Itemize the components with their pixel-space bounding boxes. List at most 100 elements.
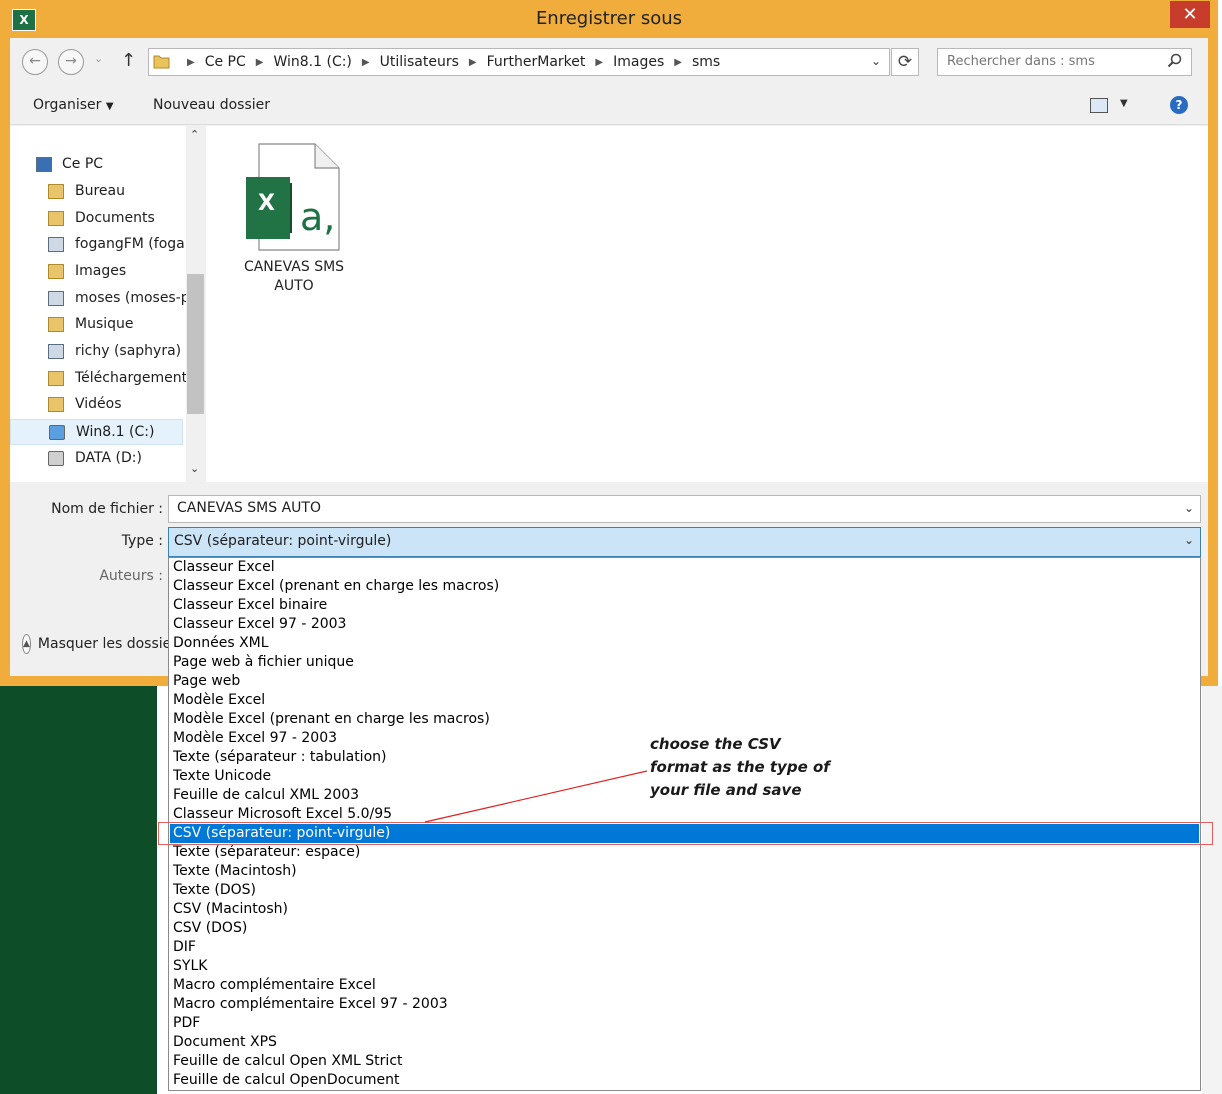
type-option[interactable]: DIF xyxy=(173,938,196,957)
nav-item-label: Musique xyxy=(75,316,134,332)
breadcrumb-sms[interactable]: sms xyxy=(692,54,720,70)
nav-item-documents[interactable]: Documents xyxy=(10,206,186,232)
hide-folders-button[interactable]: ▲ Masquer les dossiers xyxy=(22,634,168,654)
breadcrumb: ▶ Ce PC ▶ Win8.1 (C:) ▶ Utilisateurs ▶ F… xyxy=(177,49,720,75)
drive-icon xyxy=(49,425,65,440)
view-dropdown-caret-icon[interactable]: ▼ xyxy=(1120,98,1128,109)
hide-folders-label: Masquer les dossiers xyxy=(37,636,168,652)
up-button[interactable]: ↑ xyxy=(121,50,136,71)
caret-down-icon: ▼ xyxy=(105,101,114,112)
type-option[interactable]: Texte (Macintosh) xyxy=(173,862,297,881)
nav-item-telechargements[interactable]: Téléchargement xyxy=(10,366,186,392)
nav-item-bureau[interactable]: Bureau xyxy=(10,179,186,205)
nav-item-data-d[interactable]: DATA (D:) xyxy=(10,446,186,472)
type-option[interactable]: Modèle Excel 97 - 2003 xyxy=(173,729,337,748)
type-option[interactable]: Macro complémentaire Excel 97 - 2003 xyxy=(173,995,448,1014)
nav-scroll-thumb[interactable] xyxy=(187,274,204,414)
computer-icon xyxy=(36,157,52,172)
forward-button[interactable]: → xyxy=(58,49,84,75)
type-option[interactable]: Texte (DOS) xyxy=(173,881,256,900)
type-option[interactable]: Page web à fichier unique xyxy=(173,653,354,672)
collapse-up-icon: ▲ xyxy=(22,634,31,654)
file-name-label[interactable]: CANEVAS SMS AUTO xyxy=(228,258,360,296)
type-option[interactable]: Données XML xyxy=(173,634,269,653)
nav-item-label: moses (moses-p xyxy=(75,290,186,306)
excel-file-icon[interactable]: X a, xyxy=(244,143,340,251)
back-button[interactable]: ← xyxy=(22,49,48,75)
filename-input[interactable] xyxy=(177,500,1167,516)
folder-icon xyxy=(48,184,64,199)
help-icon[interactable]: ? xyxy=(1170,96,1188,114)
view-options-icon[interactable] xyxy=(1090,98,1108,113)
type-option[interactable]: Feuille de calcul OpenDocument xyxy=(173,1071,399,1090)
type-option[interactable]: Texte Unicode xyxy=(173,767,271,786)
excel-x-letter: X xyxy=(258,191,275,216)
nav-item-label: Documents xyxy=(75,210,155,226)
type-option[interactable]: Modèle Excel xyxy=(173,691,265,710)
type-option[interactable]: Texte (séparateur: espace) xyxy=(173,843,360,862)
organize-button[interactable]: Organiser ▼ xyxy=(33,97,114,113)
type-option[interactable]: Classeur Excel (prenant en charge les ma… xyxy=(173,577,499,596)
type-option[interactable]: Feuille de calcul XML 2003 xyxy=(173,786,359,805)
nav-item-label: Win8.1 (C:) xyxy=(76,424,155,440)
nav-item-richy[interactable]: richy (saphyra) xyxy=(10,339,186,365)
type-option[interactable]: Macro complémentaire Excel xyxy=(173,976,376,995)
type-option[interactable]: SYLK xyxy=(173,957,207,976)
close-button[interactable]: ✕ xyxy=(1170,1,1210,28)
drive-icon xyxy=(48,451,64,466)
nav-item-label: Images xyxy=(75,263,127,279)
refresh-button[interactable]: ⟳ xyxy=(891,48,919,76)
type-option[interactable]: Classeur Excel 97 - 2003 xyxy=(173,615,346,634)
nav-item-videos[interactable]: Vidéos xyxy=(10,392,186,418)
type-option[interactable]: Page web xyxy=(173,672,240,691)
nav-item-foganfm[interactable]: fogangFM (foga xyxy=(10,232,186,258)
type-option[interactable]: CSV (DOS) xyxy=(173,919,247,938)
breadcrumb-furthermarket[interactable]: FurtherMarket xyxy=(487,54,586,70)
search-input[interactable] xyxy=(947,54,1157,69)
recent-locations-chevron-icon[interactable]: ⌄ xyxy=(94,52,103,65)
authors-label: Auteurs : xyxy=(99,568,163,584)
address-bar[interactable]: ▶ Ce PC ▶ Win8.1 (C:) ▶ Utilisateurs ▶ F… xyxy=(148,48,890,76)
nav-item-moses[interactable]: moses (moses-p xyxy=(10,286,186,312)
address-dropdown-chevron-icon[interactable]: ⌄ xyxy=(871,54,881,68)
command-bar: Organiser ▼ Nouveau dossier ▼ ? xyxy=(10,88,1208,125)
type-option[interactable]: Classeur Excel xyxy=(173,558,275,577)
nav-item-label: Bureau xyxy=(75,183,125,199)
nav-item-win81-c[interactable]: Win8.1 (C:) xyxy=(10,419,183,445)
type-option[interactable]: Modèle Excel (prenant en charge les macr… xyxy=(173,710,490,729)
csv-a-letter: a, xyxy=(300,195,336,239)
type-option[interactable]: Document XPS xyxy=(173,1033,277,1052)
nav-item-musique[interactable]: Musique xyxy=(10,312,186,338)
filename-dropdown-chevron-icon[interactable]: ⌄ xyxy=(1184,501,1194,515)
chevron-right-icon: ▶ xyxy=(468,56,477,68)
annotation-line: your file and save xyxy=(650,781,802,799)
scroll-down-arrow-icon[interactable]: ⌄ xyxy=(190,462,199,475)
breadcrumb-ce-pc[interactable]: Ce PC xyxy=(205,54,246,70)
nav-item-images[interactable]: Images xyxy=(10,259,186,285)
type-select[interactable]: CSV (séparateur: point-virgule) ⌄ xyxy=(168,527,1201,557)
type-option[interactable]: Texte (séparateur : tabulation) xyxy=(173,748,386,767)
organize-label: Organiser xyxy=(33,97,102,113)
annotation-line: format as the type of xyxy=(650,758,830,776)
new-folder-button[interactable]: Nouveau dossier xyxy=(153,97,270,113)
type-option[interactable]: Classeur Excel binaire xyxy=(173,596,327,615)
search-box[interactable] xyxy=(937,48,1192,76)
filename-combobox[interactable]: ⌄ xyxy=(168,495,1201,523)
folder-icon xyxy=(153,54,170,69)
type-label: Type : xyxy=(121,533,163,549)
network-user-icon xyxy=(48,344,64,359)
type-option[interactable]: PDF xyxy=(173,1014,200,1033)
scroll-up-arrow-icon[interactable]: ⌃ xyxy=(190,128,199,141)
folder-icon xyxy=(48,211,64,226)
chevron-right-icon: ▶ xyxy=(187,56,195,68)
breadcrumb-utilisateurs[interactable]: Utilisateurs xyxy=(380,54,459,70)
dialog-title: Enregistrer sous xyxy=(535,8,683,29)
nav-item-ce-pc[interactable]: Ce PC xyxy=(10,152,186,178)
breadcrumb-images[interactable]: Images xyxy=(613,54,664,70)
type-option[interactable]: CSV (Macintosh) xyxy=(173,900,288,919)
folder-icon xyxy=(48,397,64,412)
type-option[interactable]: Feuille de calcul Open XML Strict xyxy=(173,1052,403,1071)
breadcrumb-win81[interactable]: Win8.1 (C:) xyxy=(273,54,351,70)
search-icon[interactable] xyxy=(1167,53,1183,73)
type-dropdown-chevron-icon[interactable]: ⌄ xyxy=(1184,533,1194,547)
